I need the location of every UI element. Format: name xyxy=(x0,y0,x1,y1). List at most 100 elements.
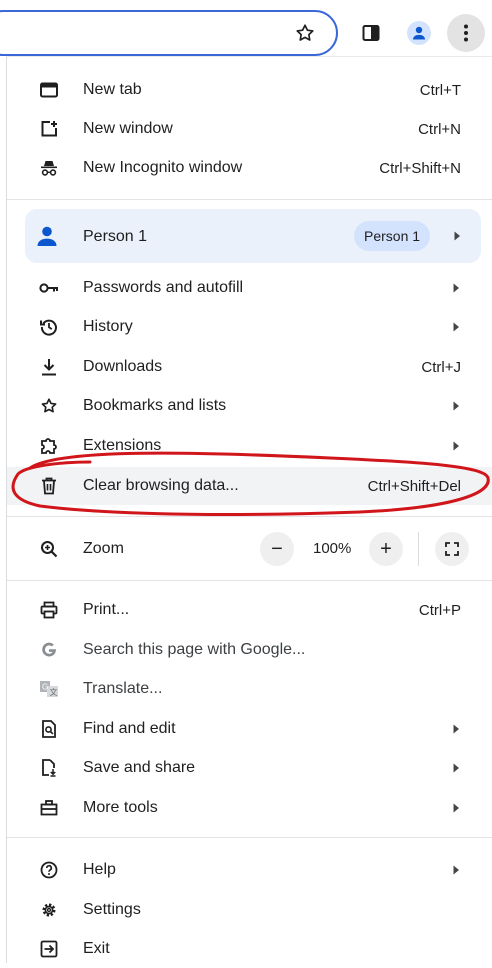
menu-item-label: Search this page with Google... xyxy=(83,641,306,658)
menu-item-shortcut: Ctrl+N xyxy=(418,120,461,138)
star-icon xyxy=(39,396,59,416)
menu-item-new-window[interactable]: New window Ctrl+N xyxy=(7,110,492,148)
menu-item-shortcut: Ctrl+J xyxy=(421,358,461,376)
menu-item-label: Passwords and autofill xyxy=(83,279,244,296)
chrome-menu: New tab Ctrl+T New window Ctrl+N New Inc… xyxy=(6,56,492,963)
menu-divider xyxy=(7,199,492,200)
google-g-icon xyxy=(39,640,59,660)
menu-item-shortcut: Ctrl+T xyxy=(419,81,461,99)
menu-item-more-tools[interactable]: More tools xyxy=(7,789,492,827)
new-window-icon xyxy=(39,119,59,139)
zoom-in-button[interactable]: + xyxy=(369,532,403,566)
menu-item-label: Print... xyxy=(83,601,130,618)
menu-item-exit[interactable]: Exit xyxy=(7,930,492,968)
menu-item-downloads[interactable]: Downloads Ctrl+J xyxy=(7,348,492,386)
menu-item-label: Translate... xyxy=(83,680,163,697)
submenu-arrow-icon xyxy=(451,401,461,411)
submenu-arrow-icon xyxy=(451,283,461,293)
submenu-arrow-icon xyxy=(453,231,463,241)
submenu-arrow-icon xyxy=(451,441,461,451)
menu-item-shortcut: Ctrl+P xyxy=(418,601,461,619)
menu-item-label: New tab xyxy=(83,81,142,98)
fullscreen-icon xyxy=(445,542,459,556)
menu-item-zoom: Zoom xyxy=(7,529,492,569)
person-icon xyxy=(35,224,59,248)
save-share-icon xyxy=(39,758,59,778)
menu-item-label: Settings xyxy=(83,901,141,918)
menu-item-label: Find and edit xyxy=(83,720,176,737)
gear-icon xyxy=(39,900,59,920)
menu-item-label: Clear browsing data... xyxy=(83,477,239,494)
translate-icon: G文 xyxy=(39,679,59,699)
menu-item-label: Zoom xyxy=(83,540,124,557)
svg-text:G: G xyxy=(42,683,48,692)
menu-item-help[interactable]: Help xyxy=(7,851,492,889)
minus-icon: − xyxy=(271,537,283,560)
menu-item-bookmarks-and-lists[interactable]: Bookmarks and lists xyxy=(7,387,492,425)
menu-item-label: Bookmarks and lists xyxy=(83,397,227,414)
chrome-menu-button[interactable] xyxy=(447,14,485,52)
address-bar[interactable] xyxy=(0,10,338,56)
profile-icon xyxy=(407,21,431,45)
menu-item-new-tab[interactable]: New tab Ctrl+T xyxy=(7,71,492,109)
menu-item-shortcut: Ctrl+Shift+N xyxy=(379,159,461,177)
side-panel-icon xyxy=(362,24,380,42)
menu-item-passwords-and-autofill[interactable]: Passwords and autofill xyxy=(7,269,492,307)
menu-item-label: More tools xyxy=(83,799,158,816)
history-icon xyxy=(39,317,59,337)
menu-item-print[interactable]: Print... Ctrl+P xyxy=(7,591,492,629)
kebab-menu-icon xyxy=(463,23,469,43)
menu-divider xyxy=(7,516,492,517)
exit-icon xyxy=(39,939,59,959)
zoom-icon xyxy=(39,539,59,559)
trash-icon xyxy=(39,476,59,496)
menu-item-label: Exit xyxy=(83,940,110,957)
zoom-out-button[interactable]: − xyxy=(260,532,294,566)
bookmark-star-button[interactable] xyxy=(290,18,320,48)
plus-icon: + xyxy=(380,537,392,560)
key-icon xyxy=(39,278,59,298)
menu-item-label: Extensions xyxy=(83,437,162,454)
menu-item-history[interactable]: History xyxy=(7,308,492,346)
menu-item-label: Downloads xyxy=(83,358,163,375)
menu-divider xyxy=(7,580,492,581)
printer-icon xyxy=(39,600,59,620)
star-icon xyxy=(294,22,316,44)
new-tab-icon xyxy=(39,80,59,100)
menu-item-clear-browsing-data[interactable]: Clear browsing data... Ctrl+Shift+Del xyxy=(7,467,492,505)
download-icon xyxy=(39,357,59,377)
side-panel-button[interactable] xyxy=(352,14,390,52)
profile-name: Person 1 xyxy=(83,228,148,245)
find-in-page-icon xyxy=(39,719,59,739)
menu-item-label: New Incognito window xyxy=(83,159,243,176)
menu-item-label: New window xyxy=(83,120,173,137)
submenu-arrow-icon xyxy=(451,865,461,875)
menu-item-settings[interactable]: Settings xyxy=(7,891,492,929)
menu-item-search-with-google[interactable]: Search this page with Google... xyxy=(7,631,492,669)
puzzle-piece-icon xyxy=(39,436,59,456)
profile-chip: Person 1 xyxy=(354,221,431,251)
menu-item-label: History xyxy=(83,318,133,335)
help-icon xyxy=(39,860,59,880)
menu-item-label: Help xyxy=(83,861,116,878)
browser-toolbar xyxy=(0,0,492,56)
menu-item-new-incognito-window[interactable]: New Incognito window Ctrl+Shift+N xyxy=(7,149,492,187)
zoom-level: 100% xyxy=(313,540,352,557)
zoom-separator xyxy=(418,532,419,566)
submenu-arrow-icon xyxy=(451,763,461,773)
incognito-icon xyxy=(39,158,59,178)
submenu-arrow-icon xyxy=(451,322,461,332)
profile-button[interactable] xyxy=(400,14,438,52)
menu-item-profile[interactable]: Person 1 Person 1 xyxy=(25,209,481,263)
menu-item-shortcut: Ctrl+Shift+Del xyxy=(367,477,461,495)
menu-divider xyxy=(7,837,492,838)
menu-item-find-and-edit[interactable]: Find and edit xyxy=(7,710,492,748)
submenu-arrow-icon xyxy=(451,724,461,734)
menu-item-extensions[interactable]: Extensions xyxy=(7,427,492,465)
menu-item-save-and-share[interactable]: Save and share xyxy=(7,749,492,787)
fullscreen-button[interactable] xyxy=(435,532,469,566)
submenu-arrow-icon xyxy=(451,803,461,813)
toolbox-icon xyxy=(39,798,59,818)
menu-item-translate[interactable]: G文 Translate... xyxy=(7,670,492,708)
menu-item-label: Save and share xyxy=(83,759,196,776)
